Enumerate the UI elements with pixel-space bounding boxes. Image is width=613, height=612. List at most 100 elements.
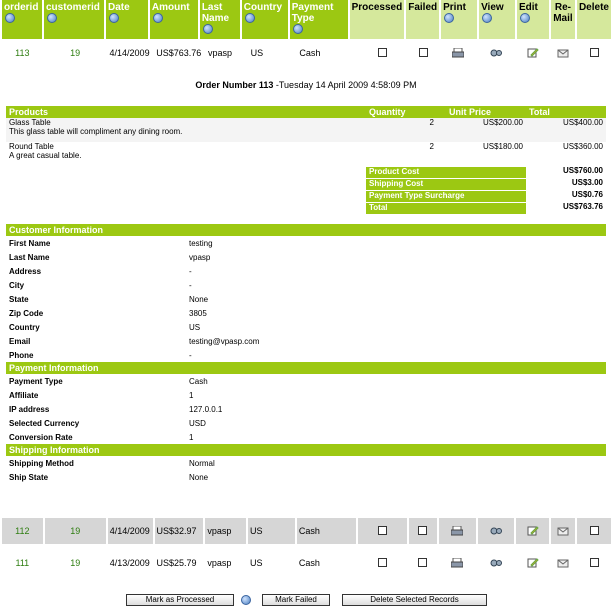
section-table: First Name testing Last Name vpasp Address - C… xyxy=(6,236,606,362)
product-qty: 2 xyxy=(429,142,434,151)
info-value: - xyxy=(189,350,192,360)
cell-customerid: 19 xyxy=(44,518,106,544)
info-value: 3805 xyxy=(189,308,207,318)
column-header-lastname[interactable]: Last Name xyxy=(199,0,240,39)
info-row: Phone - xyxy=(6,348,606,362)
failed-checkbox[interactable] xyxy=(418,47,428,57)
print-icon[interactable] xyxy=(451,558,464,568)
column-header-remail[interactable]: Re-Mail xyxy=(550,0,575,39)
print-icon[interactable] xyxy=(451,526,464,536)
total-label: Payment Type Surcharge xyxy=(366,189,526,202)
delete-checkbox[interactable] xyxy=(589,557,599,567)
cell-amount: US$763.76 xyxy=(156,48,202,58)
info-icon[interactable] xyxy=(108,13,119,24)
column-header-customerid[interactable]: customerid xyxy=(43,0,104,39)
cell-date: 4/13/2009 xyxy=(109,558,150,568)
cell-lastname: vpasp xyxy=(208,48,233,58)
cell-view xyxy=(478,40,515,66)
edit-icon[interactable] xyxy=(527,526,539,536)
info-value: 1 xyxy=(189,432,194,442)
total-label: Total xyxy=(366,201,526,214)
column-header-ptype[interactable]: Payment Type xyxy=(289,0,348,39)
info-row: Payment Type Cash xyxy=(6,374,606,388)
processed-checkbox[interactable] xyxy=(378,47,388,57)
failed-checkbox[interactable] xyxy=(418,557,428,567)
cell-orderid[interactable]: 111 xyxy=(2,550,43,576)
info-label: City xyxy=(9,280,25,290)
product-row: Glass Table This glass table will complim… xyxy=(6,118,606,142)
column-header-delete[interactable]: Delete xyxy=(576,0,611,39)
product-total: US$400.00 xyxy=(562,118,603,127)
processed-checkbox[interactable] xyxy=(377,557,387,567)
delete-checkbox[interactable] xyxy=(589,47,599,57)
info-row: Affiliate 1 xyxy=(6,388,606,402)
column-header-date[interactable]: Date xyxy=(105,0,148,39)
column-header-amount[interactable]: Amount xyxy=(149,0,198,39)
info-row: Conversion Rate 1 xyxy=(6,430,606,444)
mark-processed-button[interactable]: Mark as Processed xyxy=(126,594,234,606)
info-value: - xyxy=(189,280,192,290)
info-label: Last Name xyxy=(9,252,50,262)
info-label: Zip Code xyxy=(9,308,44,318)
info-icon[interactable] xyxy=(202,24,213,35)
edit-icon[interactable] xyxy=(527,558,539,568)
column-header-country[interactable]: Country xyxy=(241,0,288,39)
info-icon[interactable] xyxy=(241,595,251,605)
products-table: Products Quantity Unit Price Total Glass… xyxy=(6,106,606,214)
column-header-processed[interactable]: Processed xyxy=(349,0,405,39)
orders-page: orderid customerid Date Amount Last Name Coun… xyxy=(0,0,613,612)
cell-orderid[interactable]: 113 xyxy=(2,40,43,66)
info-icon[interactable] xyxy=(46,13,57,24)
delete-selected-button[interactable]: Delete Selected Records xyxy=(342,594,487,606)
cell-lastname: vpasp xyxy=(205,518,247,544)
info-icon[interactable] xyxy=(292,24,303,35)
column-header-print[interactable]: Print xyxy=(441,0,478,39)
total-value: US$763.76 xyxy=(562,202,603,211)
info-icon[interactable] xyxy=(152,13,163,24)
print-icon[interactable] xyxy=(451,48,464,58)
order-detail: Order Number 113 -Tuesday 14 April 2009 … xyxy=(6,80,606,484)
info-value: USD xyxy=(189,418,206,428)
cell-remail xyxy=(551,40,575,66)
info-value: vpasp xyxy=(189,252,211,262)
info-icon[interactable] xyxy=(520,13,530,24)
view-icon[interactable] xyxy=(490,558,503,568)
action-bar: Mark as Processed Mark Failed Delete Sel… xyxy=(0,594,613,608)
info-label: Phone xyxy=(9,350,34,360)
info-icon[interactable] xyxy=(5,13,15,24)
email-icon[interactable] xyxy=(557,48,569,58)
cell-failed xyxy=(408,518,438,544)
info-label: Shipping Method xyxy=(9,458,74,468)
column-header-view[interactable]: View xyxy=(479,0,515,39)
section-header: Payment Information xyxy=(6,362,606,374)
info-label: Email xyxy=(9,336,31,346)
info-row: Ship State None xyxy=(6,470,606,484)
info-label: Conversion Rate xyxy=(9,432,73,442)
info-icon[interactable] xyxy=(244,13,255,24)
info-label: Country xyxy=(9,322,40,332)
cell-edit xyxy=(516,550,549,576)
processed-checkbox[interactable] xyxy=(377,525,387,535)
view-icon[interactable] xyxy=(490,526,503,536)
column-header-failed[interactable]: Failed xyxy=(406,0,440,39)
column-header-orderid[interactable]: orderid xyxy=(2,0,42,39)
order-row: 111 19 4/13/2009 US$25.79 vpasp US Cash xyxy=(0,550,613,576)
mark-failed-button[interactable]: Mark Failed xyxy=(262,594,330,606)
product-price: US$200.00 xyxy=(482,118,523,127)
product-name: Glass Table This glass table will complim… xyxy=(9,118,183,136)
cell-ptype: Cash xyxy=(299,48,321,58)
email-icon[interactable] xyxy=(557,558,569,568)
delete-checkbox[interactable] xyxy=(589,525,599,535)
product-price: US$180.00 xyxy=(482,142,523,151)
info-icon[interactable] xyxy=(444,13,455,24)
email-icon[interactable] xyxy=(557,526,569,536)
edit-icon[interactable] xyxy=(527,48,539,58)
column-header-edit[interactable]: Edit xyxy=(517,0,549,39)
failed-checkbox[interactable] xyxy=(418,525,428,535)
order-row: 113 19 4/14/2009 US$763.76 vpasp US Cash xyxy=(0,40,613,66)
info-icon[interactable] xyxy=(482,13,493,24)
info-value: Cash xyxy=(189,376,208,386)
cell-orderid[interactable]: 112 xyxy=(2,518,43,544)
view-icon[interactable] xyxy=(490,48,503,58)
info-label: First Name xyxy=(9,238,51,248)
